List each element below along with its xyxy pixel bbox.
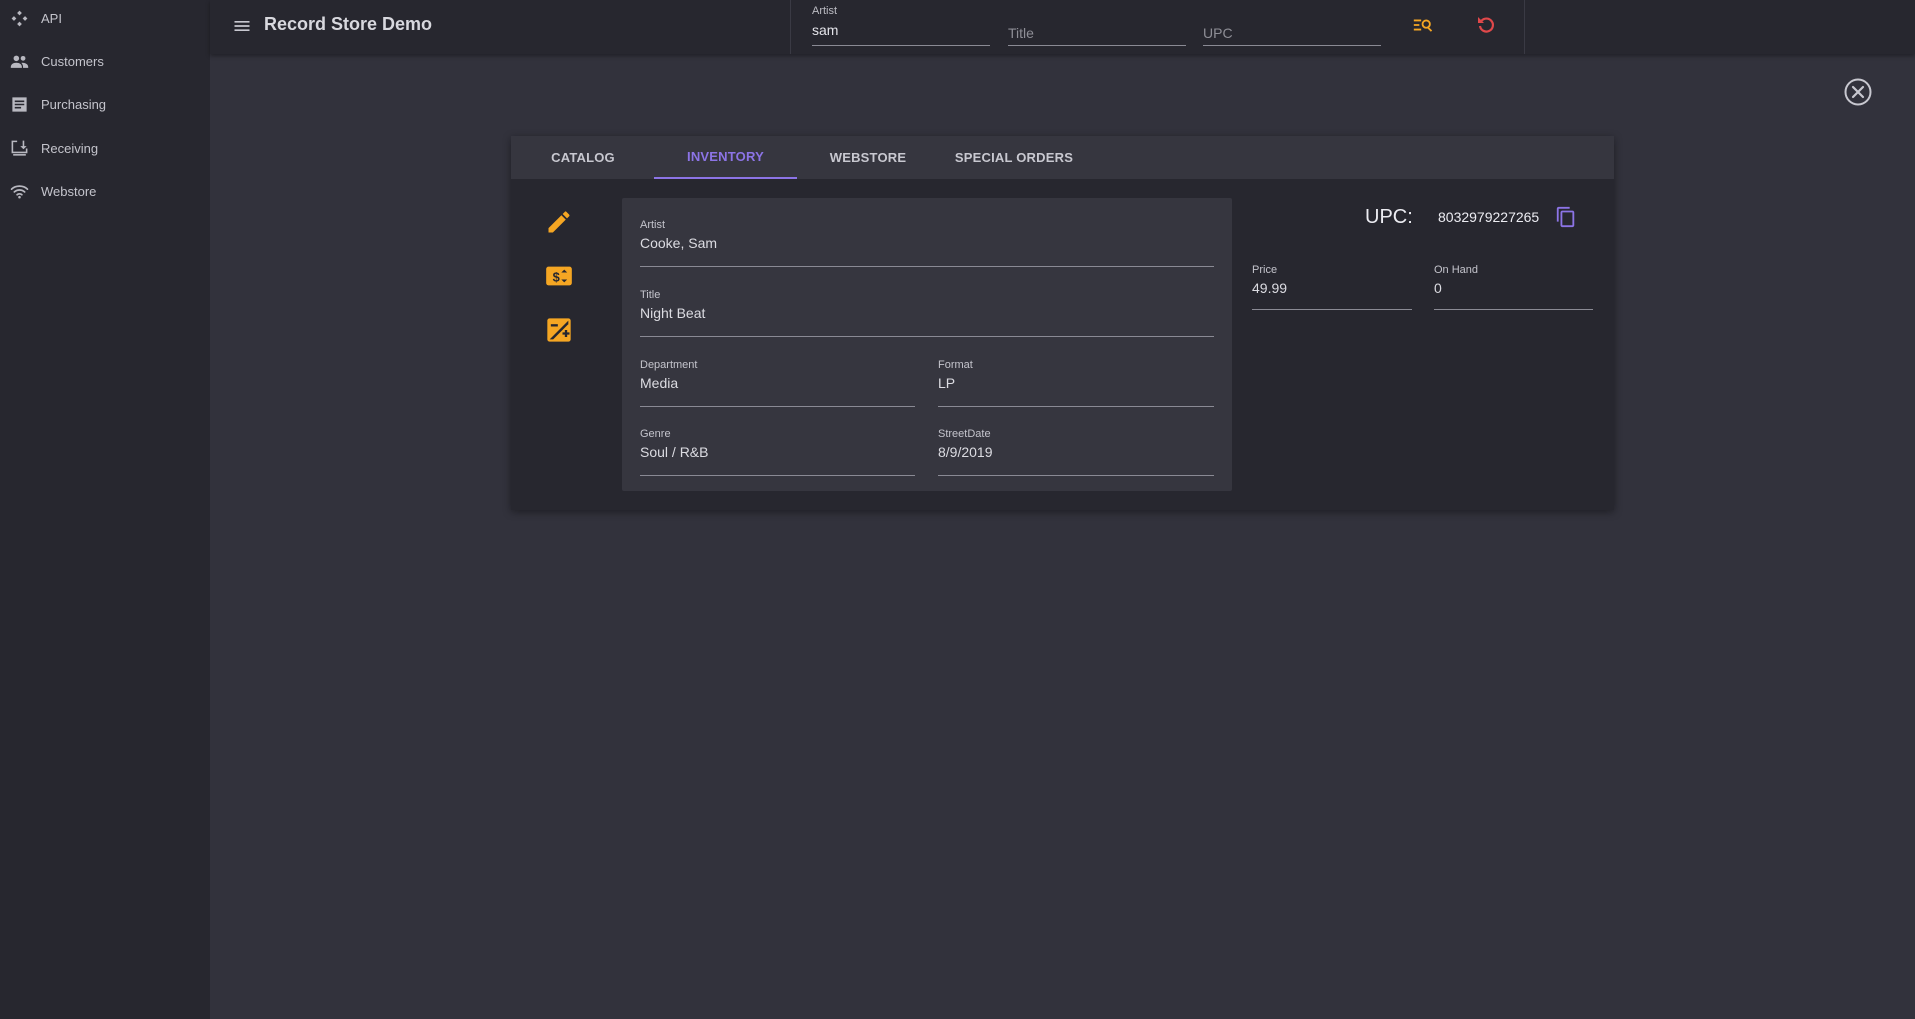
sidebar-item-label: Receiving bbox=[41, 140, 99, 156]
sidebar-item-label: API bbox=[41, 10, 62, 26]
genre-value[interactable]: Soul / R&B bbox=[640, 444, 708, 460]
price-field[interactable]: Price 49.99 bbox=[1252, 264, 1412, 310]
format-value[interactable]: LP bbox=[938, 375, 955, 391]
upc-value: 8032979227265 bbox=[1438, 209, 1540, 225]
artist-field[interactable]: Artist Cooke, Sam bbox=[640, 219, 1214, 267]
svg-text:$: $ bbox=[553, 269, 560, 284]
search-list-icon[interactable] bbox=[1411, 14, 1435, 36]
artist-search-value[interactable]: sam bbox=[812, 22, 838, 38]
page-title: Record Store Demo bbox=[264, 14, 433, 34]
reset-icon[interactable] bbox=[1474, 13, 1498, 37]
on-hand-value[interactable]: 0 bbox=[1434, 280, 1442, 296]
title-label: Title bbox=[640, 289, 661, 301]
tab-inventory[interactable]: INVENTORY bbox=[654, 136, 797, 179]
genre-field[interactable]: Genre Soul / R&B bbox=[640, 428, 915, 476]
adjust-quantity-icon[interactable] bbox=[545, 316, 573, 344]
upc-label: UPC: bbox=[1365, 206, 1413, 228]
sidebar-item-customers[interactable]: Customers bbox=[0, 43, 210, 79]
format-field[interactable]: Format LP bbox=[938, 359, 1214, 407]
menu-icon[interactable] bbox=[232, 16, 252, 36]
artist-value[interactable]: Cooke, Sam bbox=[640, 235, 717, 251]
department-label: Department bbox=[640, 359, 698, 371]
artist-label: Artist bbox=[640, 219, 666, 231]
tab-bar: CATALOG INVENTORY WEBSTORE SPECIAL ORDER… bbox=[511, 136, 1614, 179]
sidebar-item-label: Webstore bbox=[41, 183, 97, 199]
customers-icon bbox=[10, 55, 29, 68]
catalog-form: Artist Cooke, Sam Title Night Beat Depar… bbox=[622, 198, 1232, 491]
tab-catalog[interactable]: CATALOG bbox=[533, 136, 633, 179]
search-panel: Artist sam Title UPC bbox=[790, 0, 1525, 54]
sidebar-item-label: Purchasing bbox=[41, 96, 107, 112]
artist-search-label: Artist bbox=[812, 5, 838, 17]
street-date-value[interactable]: 8/9/2019 bbox=[938, 444, 993, 460]
receiving-icon bbox=[11, 140, 28, 156]
app-header: Record Store Demo Artist sam Title UPC bbox=[210, 0, 1915, 54]
price-label: Price bbox=[1252, 264, 1278, 276]
street-date-field[interactable]: StreetDate 8/9/2019 bbox=[938, 428, 1214, 476]
tab-special-orders[interactable]: SPECIAL ORDERS bbox=[939, 136, 1089, 179]
sidebar-item-webstore[interactable]: Webstore bbox=[0, 173, 210, 209]
department-field[interactable]: Department Media bbox=[640, 359, 915, 407]
sidebar-item-label: Customers bbox=[41, 53, 104, 69]
sidebar-item-api[interactable]: API bbox=[0, 0, 210, 36]
tab-webstore[interactable]: WEBSTORE bbox=[818, 136, 918, 179]
format-label: Format bbox=[938, 359, 973, 371]
sidebar: API Customers Purchasing Receiving Webst… bbox=[0, 0, 210, 1019]
title-search-placeholder[interactable]: Title bbox=[1008, 25, 1034, 41]
upc-search-field[interactable]: UPC bbox=[1203, 0, 1381, 46]
purchasing-icon bbox=[12, 97, 27, 112]
street-date-label: StreetDate bbox=[938, 428, 991, 440]
upc-search-placeholder[interactable]: UPC bbox=[1203, 25, 1233, 41]
artist-search-field[interactable]: Artist sam bbox=[812, 0, 990, 46]
sidebar-item-receiving[interactable]: Receiving bbox=[0, 130, 210, 166]
close-icon[interactable] bbox=[1843, 77, 1873, 107]
item-detail-card: CATALOG INVENTORY WEBSTORE SPECIAL ORDER… bbox=[511, 136, 1614, 510]
price-tag-icon[interactable]: $ bbox=[545, 262, 573, 290]
sidebar-item-purchasing[interactable]: Purchasing bbox=[0, 86, 210, 122]
title-field[interactable]: Title Night Beat bbox=[640, 289, 1214, 337]
edit-pencil-icon[interactable] bbox=[545, 208, 573, 236]
title-value[interactable]: Night Beat bbox=[640, 305, 705, 321]
copy-icon[interactable] bbox=[1555, 206, 1577, 228]
on-hand-label: On Hand bbox=[1434, 264, 1479, 276]
department-value[interactable]: Media bbox=[640, 375, 678, 391]
wifi-icon bbox=[10, 185, 29, 199]
on-hand-field[interactable]: On Hand 0 bbox=[1434, 264, 1593, 310]
title-search-field[interactable]: Title bbox=[1008, 0, 1186, 46]
genre-label: Genre bbox=[640, 428, 671, 440]
api-icon bbox=[11, 10, 28, 27]
price-value[interactable]: 49.99 bbox=[1252, 280, 1287, 296]
